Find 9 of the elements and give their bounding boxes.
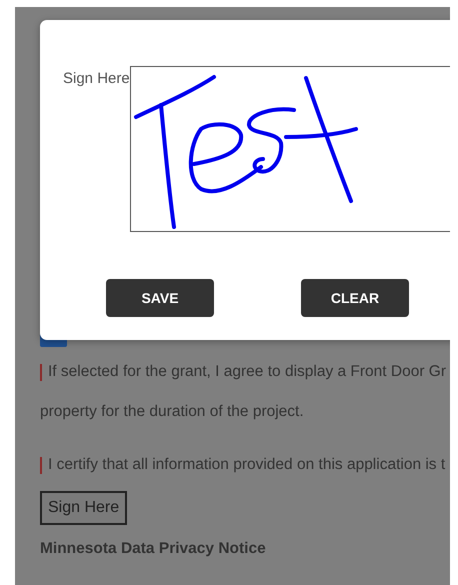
signature-label: Sign Here — [63, 69, 130, 87]
paragraph-text: property for the duration of the project. — [40, 403, 304, 421]
paragraph-text: If selected for the grant, I agree to display a Front Door Gr — [48, 363, 446, 381]
section-heading: Minnesota Data Privacy Notice — [40, 540, 267, 558]
clear-button[interactable]: CLEAR — [301, 279, 409, 317]
paragraph-text: I certify that all information provided on this application is t — [48, 456, 446, 474]
save-button[interactable]: SAVE — [106, 279, 214, 317]
signature-pad[interactable] — [130, 66, 450, 232]
sign-here-button[interactable]: Sign Here — [40, 491, 128, 525]
